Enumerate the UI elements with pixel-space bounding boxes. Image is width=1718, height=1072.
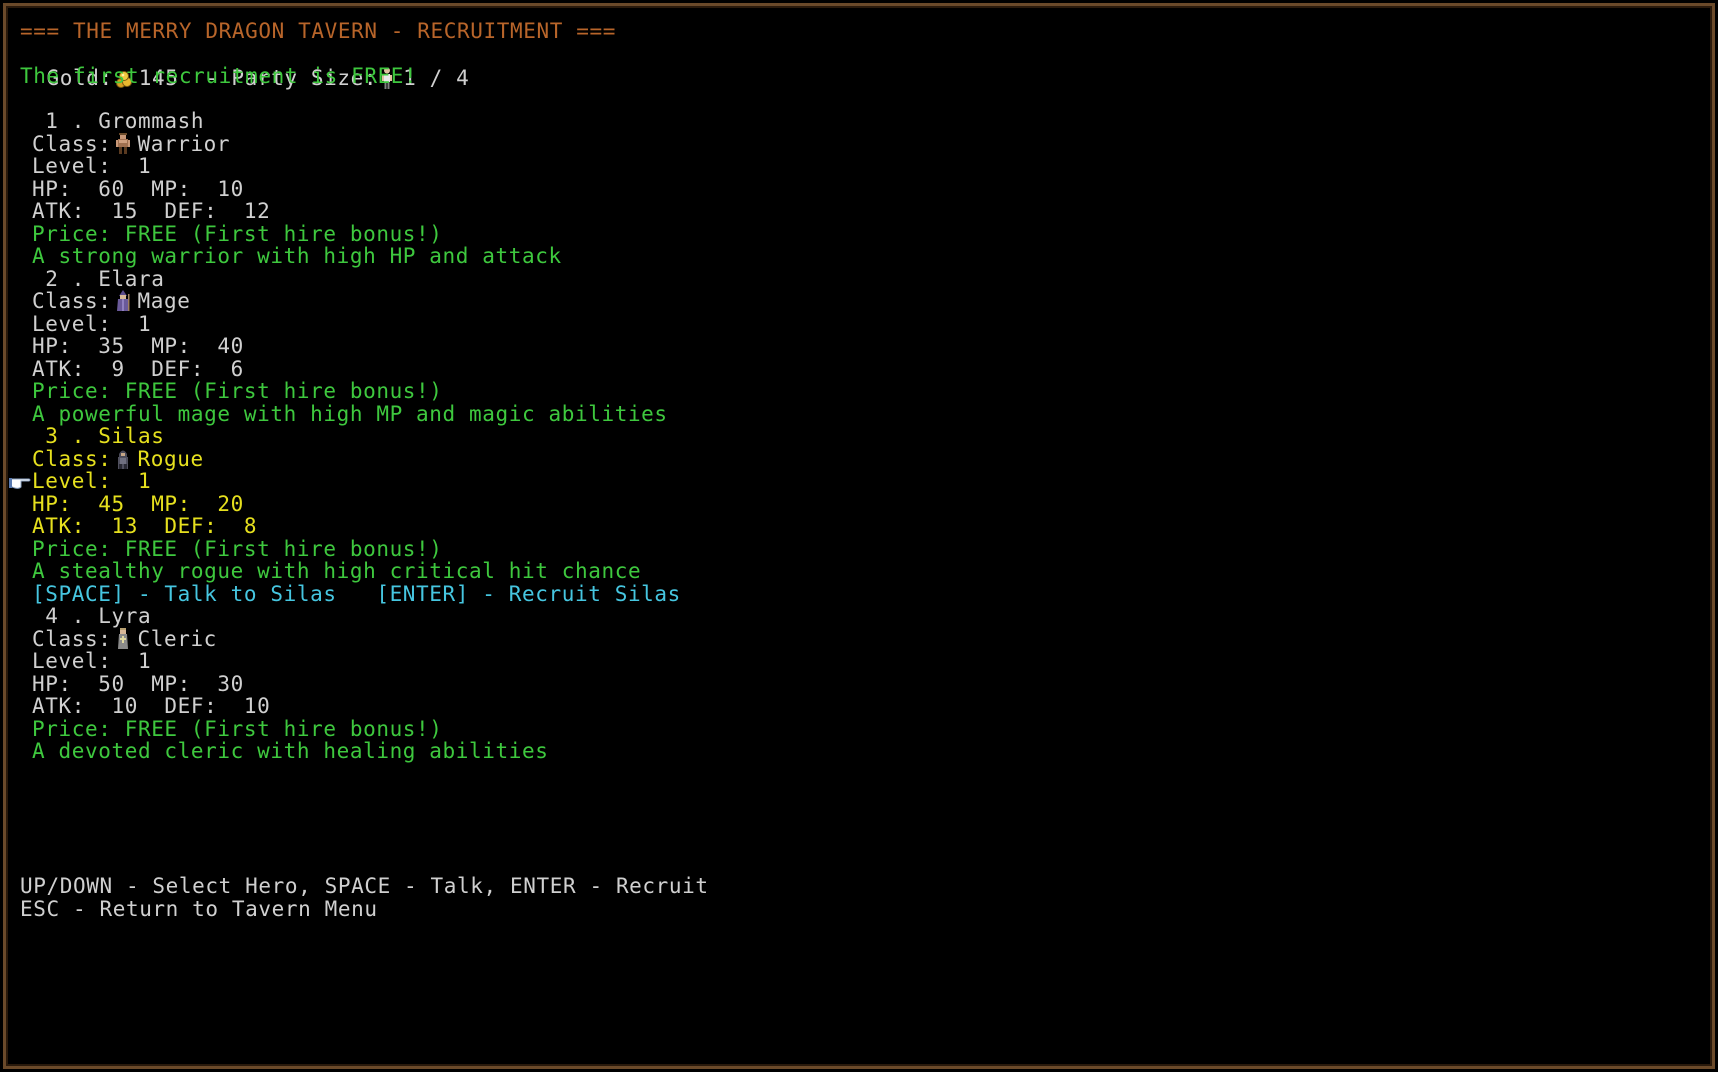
- rogue-sprite-icon: [115, 448, 131, 470]
- free-recruit-notice: The first recruitment is FREE!: [20, 64, 418, 88]
- status-line: Gold: 145 - Party Size: 1 / 4: [20, 42, 469, 90]
- hero-description: A strong warrior with high HP and attack: [32, 244, 562, 268]
- cleric-sprite-icon: [115, 628, 131, 650]
- escape-hint: ESC - Return to Tavern Menu: [20, 897, 378, 921]
- hero-atk-def: ATK: 10 DEF: 10: [32, 694, 271, 718]
- hero-price: Price: FREE (First hire bonus!): [32, 222, 443, 246]
- mage-sprite-icon: [115, 290, 131, 312]
- class-name: Warrior: [137, 132, 231, 156]
- hero-class-line: Class: Rogue: [32, 447, 204, 471]
- hero-description: A devoted cleric with healing abilities: [32, 739, 549, 763]
- controls-hint: UP/DOWN - Select Hero, SPACE - Talk, ENT…: [20, 874, 709, 898]
- hero-price: Price: FREE (First hire bonus!): [32, 717, 443, 741]
- hero-description: A powerful mage with high MP and magic a…: [32, 402, 668, 426]
- hero-index-name[interactable]: 2 . Elara: [32, 267, 164, 291]
- hero-level: Level: 1: [32, 469, 152, 493]
- class-label: Class:: [32, 447, 112, 471]
- hero-class-line: Class: Cleric: [32, 627, 217, 651]
- class-label: Class:: [32, 627, 112, 651]
- hero-hp-mp: HP: 35 MP: 40: [32, 334, 244, 358]
- class-name: Mage: [137, 289, 191, 313]
- class-name: Rogue: [137, 447, 204, 471]
- hero-hp-mp: HP: 45 MP: 20: [32, 492, 244, 516]
- hero-description: A stealthy rogue with high critical hit …: [32, 559, 642, 583]
- hero-atk-def: ATK: 15 DEF: 12: [32, 199, 271, 223]
- hero-price: Price: FREE (First hire bonus!): [32, 379, 443, 403]
- hero-atk-def: ATK: 13 DEF: 8: [32, 514, 258, 538]
- hero-index-name[interactable]: 1 . Grommash: [32, 109, 204, 133]
- hero-hp-mp: HP: 50 MP: 30: [32, 672, 244, 696]
- class-name: Cleric: [137, 627, 217, 651]
- hero-level: Level: 1: [32, 649, 152, 673]
- hero-level: Level: 1: [32, 312, 152, 336]
- hero-level: Level: 1: [32, 154, 152, 178]
- hero-action-hints[interactable]: [SPACE] - Talk to Silas [ENTER] - Recrui…: [32, 582, 681, 606]
- class-label: Class:: [32, 132, 112, 156]
- class-label: Class:: [32, 289, 112, 313]
- hero-index-name[interactable]: 3 . Silas: [32, 424, 164, 448]
- pointing-hand-icon: [9, 471, 31, 489]
- warrior-sprite-icon: [115, 133, 131, 155]
- hero-class-line: Class: Mage: [32, 289, 190, 313]
- screen-title: === THE MERRY DRAGON TAVERN - RECRUITMEN…: [20, 19, 616, 43]
- hero-class-line: Class: Warrior: [32, 132, 230, 156]
- hero-index-name[interactable]: 4 . Lyra: [32, 604, 151, 628]
- hero-atk-def: ATK: 9 DEF: 6: [32, 357, 244, 381]
- hero-hp-mp: HP: 60 MP: 10: [32, 177, 244, 201]
- hero-price: Price: FREE (First hire bonus!): [32, 537, 443, 561]
